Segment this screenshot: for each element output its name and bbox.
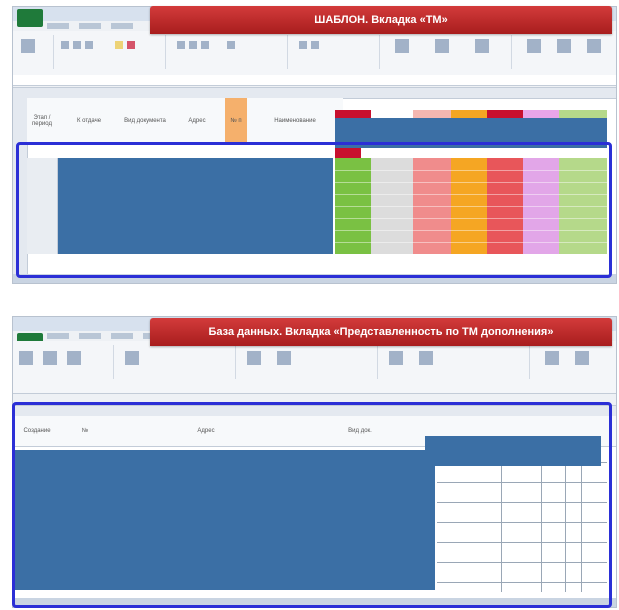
accent-strip xyxy=(487,110,523,118)
header-cell: Вид документа xyxy=(124,118,166,124)
highlight-frame xyxy=(16,142,612,278)
wrap-text-icon[interactable] xyxy=(227,41,235,49)
format-table-icon[interactable] xyxy=(435,39,449,53)
ribbon-tab[interactable] xyxy=(47,23,69,29)
header-cell: Наименование xyxy=(274,118,316,124)
table-header-row: Этап / период К отдаче Вид документа Адр… xyxy=(27,98,343,145)
ribbon-tab[interactable] xyxy=(79,333,101,339)
ribbon-tab[interactable] xyxy=(79,23,101,29)
ungroup-icon[interactable] xyxy=(575,351,589,365)
ribbon-group-data-sources xyxy=(13,345,114,379)
formula-bar[interactable] xyxy=(13,75,616,86)
ribbon-group-connections xyxy=(115,345,236,379)
ribbon-group-number xyxy=(289,35,380,69)
highlight-frame xyxy=(12,402,612,608)
format-icon[interactable] xyxy=(587,39,601,53)
font-color-icon[interactable] xyxy=(127,41,135,49)
ribbon-tab[interactable] xyxy=(111,23,133,29)
align-left-icon[interactable] xyxy=(177,41,185,49)
header-cell: Адрес xyxy=(188,118,206,124)
ribbon-group-data-tools xyxy=(379,345,530,379)
accent-strip xyxy=(335,110,371,118)
group-icon[interactable] xyxy=(545,351,559,365)
slide-banner: База данных. Вкладка «Представленность п… xyxy=(150,318,612,346)
header-cell: № п xyxy=(225,98,247,144)
comma-icon[interactable] xyxy=(311,41,319,49)
accent-strip xyxy=(559,110,607,118)
accent-strip xyxy=(451,110,487,118)
remove-duplicates-icon[interactable] xyxy=(419,351,433,365)
office-button[interactable] xyxy=(17,9,43,27)
cell-styles-icon[interactable] xyxy=(475,39,489,53)
insert-icon[interactable] xyxy=(527,39,541,53)
refresh-icon[interactable] xyxy=(125,351,139,365)
percent-icon[interactable] xyxy=(299,41,307,49)
ribbon-group-cells xyxy=(513,35,613,69)
underline-icon[interactable] xyxy=(85,41,93,49)
bold-icon[interactable] xyxy=(61,41,69,49)
ribbon-group-outline xyxy=(531,345,615,379)
slide-banner: ШАБЛОН. Вкладка «ТМ» xyxy=(150,6,612,34)
text-to-columns-icon[interactable] xyxy=(389,351,403,365)
ribbon-tab[interactable] xyxy=(111,333,133,339)
accent-strip xyxy=(523,110,559,118)
delete-icon[interactable] xyxy=(557,39,571,53)
italic-icon[interactable] xyxy=(73,41,81,49)
accent-strip xyxy=(413,110,451,118)
header-cell: К отдаче xyxy=(76,118,102,124)
ribbon-group-sort-filter xyxy=(237,345,378,379)
align-center-icon[interactable] xyxy=(189,41,197,49)
fill-color-icon[interactable] xyxy=(115,41,123,49)
ribbon-tab[interactable] xyxy=(47,333,69,339)
ribbon-group-clipboard xyxy=(13,35,54,69)
header-cell: Этап / период xyxy=(32,115,52,127)
ribbon xyxy=(13,341,616,394)
import-icon[interactable] xyxy=(19,351,33,365)
paste-icon[interactable] xyxy=(21,39,35,53)
ribbon-group-font xyxy=(55,35,166,69)
ribbon-group-styles xyxy=(381,35,512,69)
web-icon[interactable] xyxy=(43,351,57,365)
filter-icon[interactable] xyxy=(277,351,291,365)
sort-icon[interactable] xyxy=(247,351,261,365)
conditional-format-icon[interactable] xyxy=(395,39,409,53)
align-right-icon[interactable] xyxy=(201,41,209,49)
ribbon xyxy=(13,31,616,76)
text-icon[interactable] xyxy=(67,351,81,365)
ribbon-group-alignment xyxy=(167,35,288,69)
